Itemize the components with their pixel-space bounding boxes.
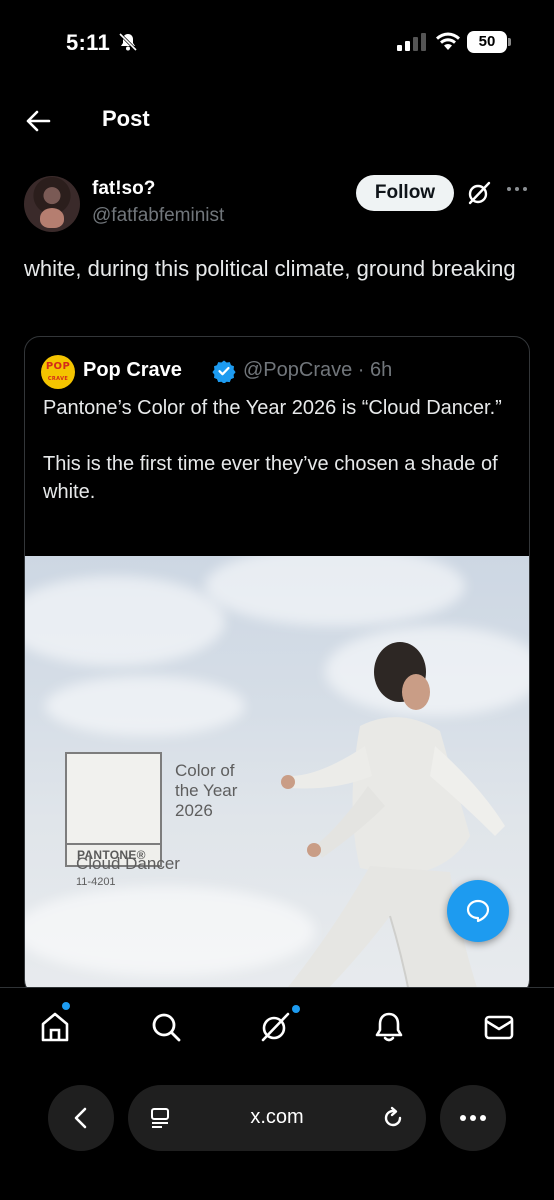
post-text: white, during this political climate, gr… bbox=[24, 256, 516, 281]
browser-more-button[interactable] bbox=[440, 1085, 506, 1151]
chat-bubble-icon bbox=[466, 899, 490, 923]
avatar[interactable] bbox=[24, 176, 80, 232]
floating-reply-button[interactable] bbox=[447, 880, 509, 942]
search-icon[interactable] bbox=[149, 1010, 183, 1044]
quoted-avatar-subtext: CRAVE bbox=[47, 376, 69, 382]
quoted-author-name: Pop Crave bbox=[83, 359, 182, 381]
back-arrow-icon[interactable] bbox=[24, 108, 52, 134]
reload-icon[interactable] bbox=[380, 1105, 406, 1131]
wifi-icon bbox=[436, 32, 460, 50]
cellular-signal-icon bbox=[397, 33, 426, 51]
quoted-handle-time: @PopCrave · 6h bbox=[243, 359, 393, 381]
post-author-row: fat!so? @fatfabfeminist Follow bbox=[0, 172, 554, 236]
notifications-icon[interactable] bbox=[372, 1010, 406, 1044]
verified-badge-icon bbox=[212, 360, 236, 383]
status-time: 5:11 bbox=[66, 30, 111, 55]
browser-address-bar[interactable]: x.com bbox=[128, 1085, 426, 1151]
dancer-figure bbox=[281, 642, 505, 995]
color-code: 11-4201 bbox=[76, 876, 116, 888]
status-bar: 5:11 50 bbox=[0, 0, 554, 88]
cloud-shape bbox=[45, 676, 245, 736]
home-icon[interactable] bbox=[38, 1010, 72, 1044]
color-name: Cloud Dancer bbox=[76, 854, 180, 873]
bottom-navigation bbox=[0, 987, 554, 1067]
quoted-avatar-text: POP bbox=[45, 361, 71, 372]
silent-bell-icon bbox=[118, 32, 138, 52]
home-notification-dot bbox=[62, 1002, 70, 1010]
follow-button[interactable]: Follow bbox=[356, 175, 454, 211]
pantone-swatch bbox=[65, 752, 162, 845]
chevron-left-icon bbox=[74, 1107, 87, 1129]
author-handle[interactable]: @fatfabfeminist bbox=[92, 205, 224, 227]
browser-back-button[interactable] bbox=[48, 1085, 114, 1151]
grok-icon[interactable] bbox=[466, 180, 492, 206]
top-bar: Post bbox=[0, 96, 554, 146]
quoted-post-text: Pantone’s Color of the Year 2026 is “Clo… bbox=[43, 397, 502, 503]
author-display-name[interactable]: fat!so? bbox=[92, 178, 155, 200]
cloud-shape bbox=[25, 576, 225, 666]
page-title: Post bbox=[102, 106, 150, 131]
battery-indicator: 50 bbox=[467, 31, 511, 53]
messages-icon[interactable] bbox=[482, 1010, 516, 1044]
quoted-avatar: POP CRAVE bbox=[41, 355, 75, 389]
cloud-shape bbox=[205, 556, 465, 626]
browser-toolbar: x.com bbox=[0, 1067, 554, 1200]
grok-notification-dot bbox=[292, 1005, 300, 1013]
more-options-icon[interactable] bbox=[506, 184, 528, 194]
grok-icon[interactable] bbox=[258, 1010, 292, 1044]
more-dots-icon bbox=[460, 1115, 486, 1121]
